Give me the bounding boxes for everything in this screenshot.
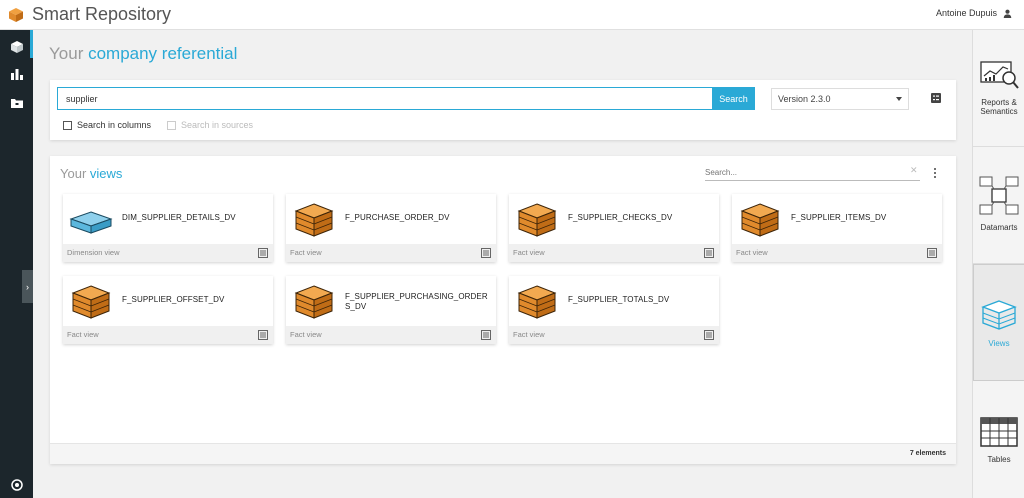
search-in-columns-option[interactable]: Search in columns: [63, 120, 151, 130]
dimension-cube-icon: [69, 211, 113, 234]
view-card[interactable]: F_PURCHASE_ORDER_DV Fact view: [286, 194, 496, 262]
fact-cube-icon: [517, 285, 557, 319]
view-type: Dimension view: [63, 244, 273, 262]
view-type-label: Fact view: [67, 330, 99, 339]
main-content: Your company referential Search Version …: [33, 30, 972, 498]
more-options-icon[interactable]: [933, 168, 937, 178]
view-type: Fact view: [509, 326, 719, 344]
nav-tables[interactable]: Tables: [973, 381, 1024, 498]
page-title: Your company referential: [49, 44, 237, 64]
view-type: Fact view: [63, 326, 273, 344]
view-name: F_SUPPLIER_OFFSET_DV: [122, 295, 225, 304]
datamarts-icon: [979, 176, 1019, 215]
view-name: F_SUPPLIER_TOTALS_DV: [568, 295, 670, 304]
nav-label: Tables: [987, 455, 1011, 464]
view-name: F_SUPPLIER_PURCHASING_ORDERS_DV: [345, 292, 488, 311]
caret-down-icon: [896, 97, 902, 101]
page-title-prefix: Your: [49, 44, 89, 63]
nav-reports-semantics[interactable]: Reports & Semantics: [973, 30, 1024, 147]
left-sidebar: ›: [0, 30, 33, 498]
details-icon[interactable]: [481, 330, 491, 340]
view-type-label: Fact view: [290, 248, 322, 257]
right-sidebar: Reports & Semantics Datamarts Views Tabl…: [972, 30, 1024, 498]
view-type-label: Fact view: [513, 248, 545, 257]
tables-icon: [980, 417, 1018, 447]
view-card[interactable]: DIM_SUPPLIER_DETAILS_DV Dimension view: [63, 194, 273, 262]
user-menu[interactable]: Antoine Dupuis: [936, 8, 1012, 18]
help-nav-icon[interactable]: [8, 476, 25, 493]
repository-nav-icon[interactable]: [8, 38, 25, 55]
search-panel: Search Version 2.3.0 Search in columns S…: [50, 80, 956, 140]
views-icon: [981, 300, 1017, 330]
search-input[interactable]: [57, 87, 712, 110]
details-icon[interactable]: [927, 248, 937, 258]
clear-search-icon[interactable]: ✕: [910, 165, 918, 176]
view-type: Fact view: [286, 244, 496, 262]
view-name: F_PURCHASE_ORDER_DV: [345, 213, 450, 222]
reports-icon: [980, 61, 1019, 89]
fact-cube-icon: [517, 203, 557, 237]
search-in-sources-checkbox: [167, 120, 176, 130]
chevron-right-icon: ›: [26, 281, 29, 292]
view-name: DIM_SUPPLIER_DETAILS_DV: [122, 213, 236, 222]
view-type: Fact view: [509, 244, 719, 262]
nav-label: Views: [988, 339, 1010, 348]
fact-cube-icon: [740, 203, 780, 237]
details-icon[interactable]: [258, 330, 268, 340]
version-value: Version 2.3.0: [778, 94, 831, 104]
view-type: Fact view: [286, 326, 496, 344]
element-count: 7 elements: [909, 450, 946, 457]
view-type-label: Fact view: [513, 330, 545, 339]
search-in-sources-label: Search in sources: [181, 120, 254, 130]
view-name: F_SUPPLIER_CHECKS_DV: [568, 213, 673, 222]
view-card[interactable]: F_SUPPLIER_PURCHASING_ORDERS_DV Fact vie…: [286, 276, 496, 344]
search-button[interactable]: Search: [712, 87, 755, 110]
fact-cube-icon: [71, 285, 111, 319]
view-type: Fact view: [732, 244, 942, 262]
details-icon[interactable]: [481, 248, 491, 258]
app-logo-icon[interactable]: [8, 7, 24, 23]
nav-datamarts[interactable]: Datamarts: [973, 147, 1024, 264]
views-title: Your views: [60, 166, 122, 181]
fact-cube-icon: [294, 203, 334, 237]
views-title-accent: views: [89, 166, 123, 181]
view-card[interactable]: F_SUPPLIER_CHECKS_DV Fact view: [509, 194, 719, 262]
details-icon[interactable]: [704, 248, 714, 258]
fact-cube-icon: [294, 285, 334, 319]
user-name: Antoine Dupuis: [935, 8, 997, 18]
nav-label: Datamarts: [980, 223, 1018, 232]
bar-chart-nav-icon[interactable]: [8, 66, 25, 83]
search-in-columns-checkbox[interactable]: [63, 120, 72, 130]
details-icon[interactable]: [704, 330, 714, 340]
view-card[interactable]: F_SUPPLIER_TOTALS_DV Fact view: [509, 276, 719, 344]
options-list-icon[interactable]: [931, 93, 941, 103]
version-select[interactable]: Version 2.3.0: [771, 88, 909, 110]
app-title: Smart Repository: [32, 4, 172, 24]
folder-nav-icon[interactable]: [8, 94, 25, 111]
details-icon[interactable]: [258, 248, 268, 258]
top-bar: Smart Repository Antoine Dupuis: [0, 0, 1024, 30]
view-type-label: Fact view: [290, 330, 322, 339]
nav-label: Reports & Semantics: [980, 98, 1018, 116]
nav-views[interactable]: Views: [973, 264, 1024, 381]
views-footer: 7 elements: [50, 443, 956, 464]
view-name: F_SUPPLIER_ITEMS_DV: [791, 213, 887, 222]
view-card[interactable]: F_SUPPLIER_OFFSET_DV Fact view: [63, 276, 273, 344]
view-card[interactable]: F_SUPPLIER_ITEMS_DV Fact view: [732, 194, 942, 262]
views-search-input[interactable]: [705, 164, 920, 181]
views-title-prefix: Your: [60, 166, 90, 181]
expand-sidebar-button[interactable]: ›: [22, 270, 33, 303]
view-type-label: Fact view: [736, 248, 768, 257]
views-panel: Your views ✕ DIM_SUPPLIER_DETAILS_DV Dim…: [50, 156, 956, 464]
page-title-accent: company referential: [88, 44, 238, 63]
search-in-columns-label: Search in columns: [77, 120, 152, 130]
search-in-sources-option: Search in sources: [167, 120, 253, 130]
view-type-label: Dimension view: [67, 248, 120, 257]
user-icon: [1003, 9, 1012, 18]
